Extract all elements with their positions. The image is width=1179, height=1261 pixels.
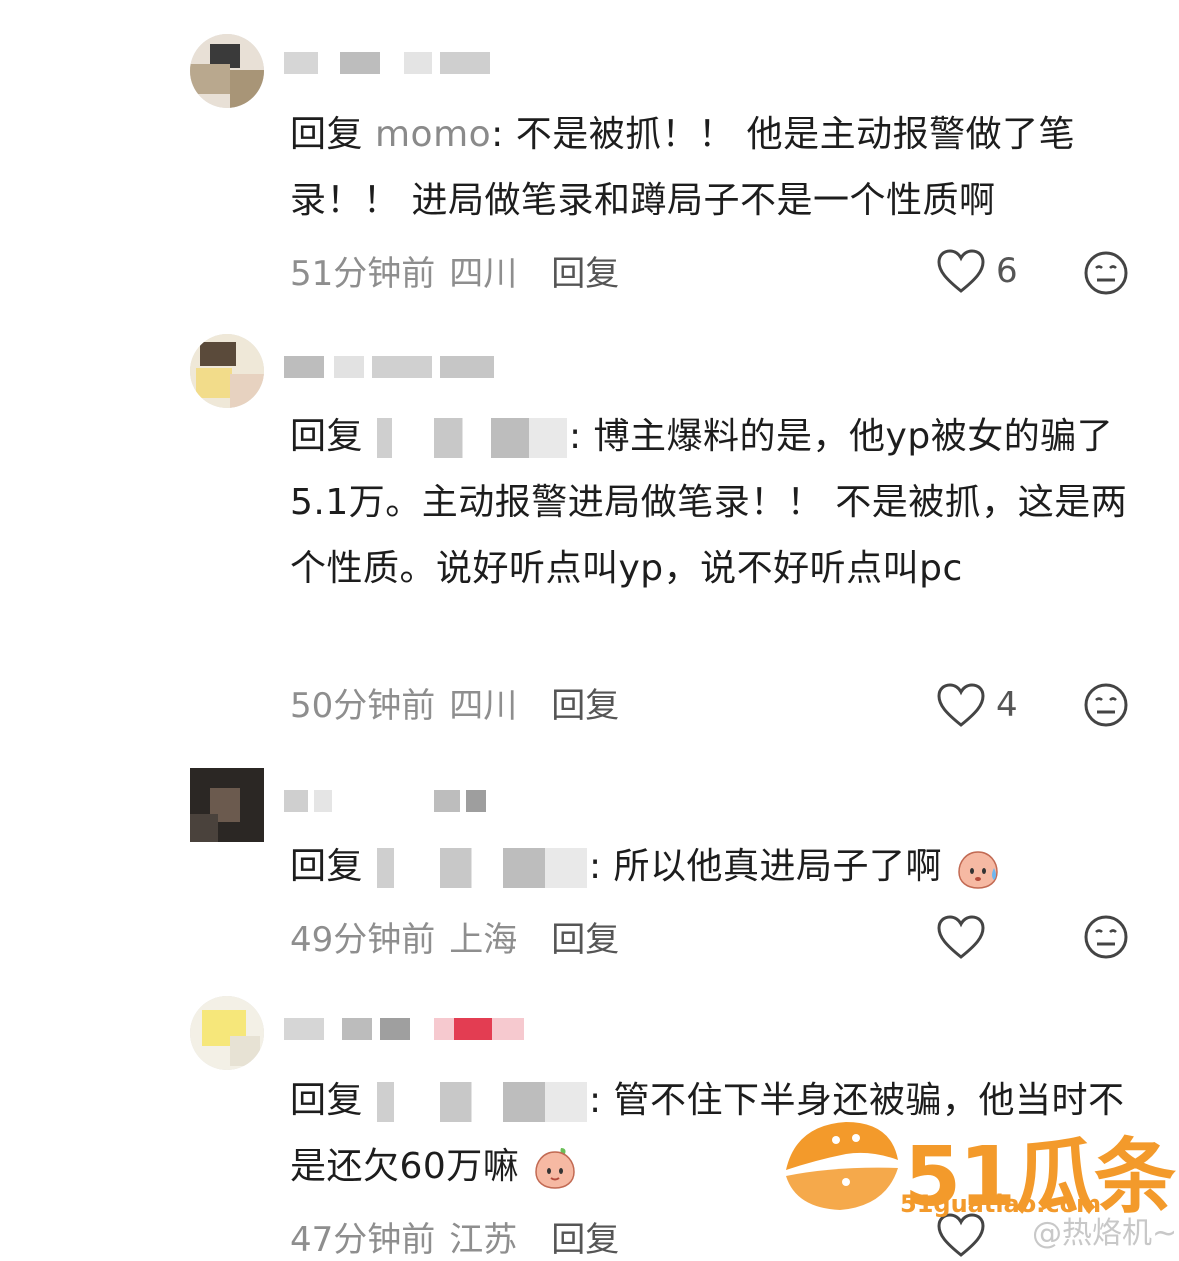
neutral-face-icon: [1084, 915, 1128, 959]
reply-prefix: 回复: [290, 846, 364, 887]
like-button[interactable]: 6: [936, 248, 1018, 294]
like-count: 4: [996, 685, 1018, 725]
comment-meta: 50分钟前 四川 回复: [290, 682, 619, 726]
heart-outline-icon: [937, 915, 985, 959]
like-button[interactable]: 4: [936, 682, 1018, 728]
mention-username[interactable]: momo: [375, 114, 491, 155]
like-count: 6: [996, 251, 1018, 291]
peach-sweat-emoji-icon: [958, 851, 998, 889]
location: 江苏: [449, 1219, 518, 1260]
dislike-button[interactable]: [1083, 914, 1129, 964]
timestamp: 50分钟前: [290, 685, 436, 726]
avatar[interactable]: [190, 996, 264, 1070]
avatar[interactable]: [190, 34, 264, 108]
mention-username-blurred[interactable]: [376, 418, 567, 458]
location: 四川: [449, 253, 518, 294]
comment-meta: 49分钟前 上海 回复: [290, 916, 619, 960]
reply-button[interactable]: 回复: [551, 912, 619, 961]
timestamp: 47分钟前: [290, 1219, 436, 1260]
heart-outline-icon: [937, 683, 985, 727]
mention-username-blurred[interactable]: [376, 848, 587, 888]
reply-prefix: 回复: [290, 114, 364, 155]
comment-body: 回复 : 所以他真进局子了啊: [290, 834, 1140, 900]
comment-meta: 51分钟前 四川 回复: [290, 250, 619, 294]
avatar[interactable]: [190, 768, 264, 842]
username-blurred[interactable]: [284, 356, 494, 378]
watermelon-logo-icon: [786, 1122, 898, 1210]
avatar[interactable]: [190, 334, 264, 408]
location: 四川: [449, 685, 518, 726]
reply-button[interactable]: 回复: [551, 1212, 619, 1261]
mention-username-blurred[interactable]: [376, 1082, 587, 1122]
neutral-face-icon: [1084, 683, 1128, 727]
heart-outline-icon: [937, 249, 985, 293]
comment-meta: 47分钟前 江苏 回复: [290, 1216, 619, 1260]
reply-prefix: 回复: [290, 416, 364, 457]
username-blurred[interactable]: [284, 52, 494, 74]
comment-body: 回复 : 博主爆料的是，他yp被女的骗了5.1万。主动报警进局做笔录！！ 不是被…: [290, 404, 1140, 602]
neutral-face-icon: [1084, 251, 1128, 295]
comment-text: : 所以他真进局子了啊: [588, 846, 943, 887]
peach-emoji-icon: [535, 1148, 576, 1189]
dislike-button[interactable]: [1083, 682, 1129, 732]
username-blurred[interactable]: [284, 790, 494, 812]
timestamp: 49分钟前: [290, 919, 436, 960]
username-blurred[interactable]: [284, 1018, 524, 1040]
like-button[interactable]: [936, 914, 996, 960]
weibo-watermark: @热烙机~: [1032, 1216, 1178, 1251]
reply-prefix: 回复: [290, 1080, 364, 1121]
reply-button[interactable]: 回复: [551, 246, 619, 295]
location: 上海: [449, 919, 518, 960]
dislike-button[interactable]: [1083, 250, 1129, 300]
reply-button[interactable]: 回复: [551, 678, 619, 727]
timestamp: 51分钟前: [290, 253, 436, 294]
comment-body: 回复 momo: 不是被抓！！ 他是主动报警做了笔录！！ 进局做笔录和蹲局子不是…: [290, 102, 1140, 234]
